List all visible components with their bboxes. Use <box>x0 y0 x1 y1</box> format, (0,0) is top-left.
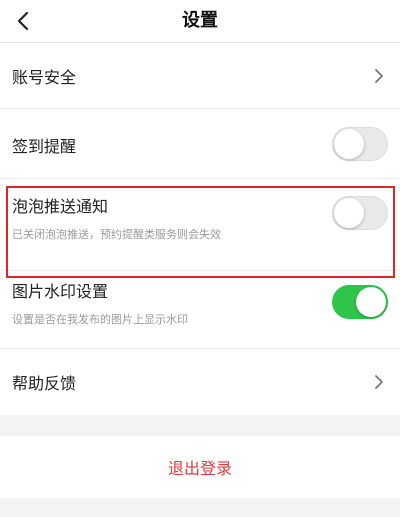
nav-bar: 设置 <box>0 0 400 43</box>
toggle-knob <box>334 129 364 159</box>
logout-label: 退出登录 <box>167 459 232 478</box>
account-security-row[interactable]: 账号安全 <box>0 43 400 109</box>
back-button[interactable] <box>8 6 38 36</box>
bubble-push-description: 已关闭泡泡推送，预约提醒类服务则会失效 <box>12 228 221 241</box>
checkin-reminder-row: 签到提醒 <box>0 109 400 179</box>
settings-list: 账号安全 签到提醒 泡泡推送通知 已关闭泡泡推送，预约提醒类服务则会失效 图片水… <box>0 43 400 415</box>
bubble-push-label: 泡泡推送通知 <box>12 197 109 216</box>
image-watermark-label: 图片水印设置 <box>12 282 109 301</box>
toggle-knob <box>356 287 386 317</box>
chevron-right-icon <box>375 69 383 83</box>
bubble-push-toggle[interactable] <box>332 196 388 230</box>
image-watermark-row: 图片水印设置 设置是否在我发布的图片上显示水印 <box>0 271 400 349</box>
image-watermark-description: 设置是否在我发布的图片上显示水印 <box>12 313 188 326</box>
checkin-reminder-label: 签到提醒 <box>12 137 77 156</box>
account-security-label: 账号安全 <box>12 68 77 87</box>
logout-button[interactable]: 退出登录 <box>0 436 400 498</box>
help-feedback-label: 帮助反馈 <box>12 374 77 393</box>
help-feedback-row[interactable]: 帮助反馈 <box>0 349 400 415</box>
image-watermark-toggle[interactable] <box>332 285 388 319</box>
bubble-push-row: 泡泡推送通知 已关闭泡泡推送，预约提醒类服务则会失效 <box>0 179 400 271</box>
checkin-reminder-toggle[interactable] <box>332 127 388 161</box>
chevron-left-icon <box>17 11 29 31</box>
page-title: 设置 <box>182 10 218 31</box>
chevron-right-icon <box>375 375 383 389</box>
toggle-knob <box>334 198 364 228</box>
